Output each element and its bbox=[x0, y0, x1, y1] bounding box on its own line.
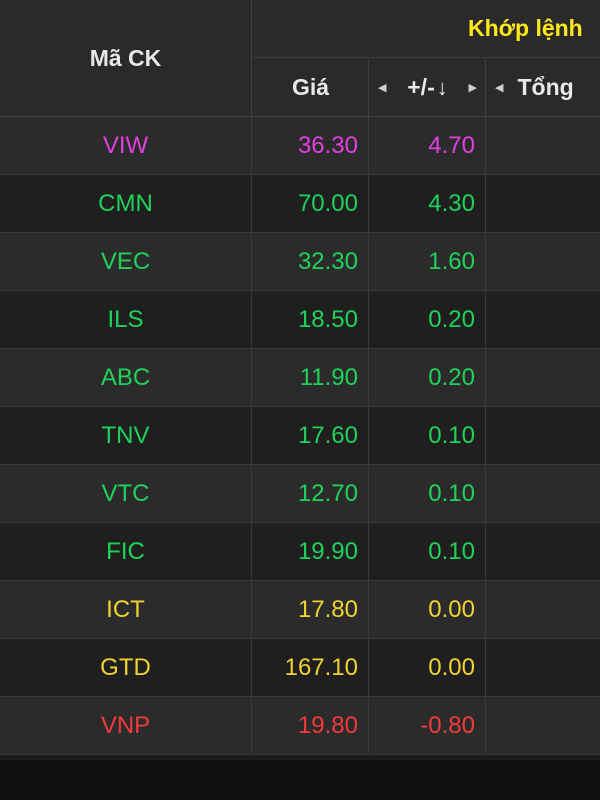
change-cell: -0.80 bbox=[369, 697, 486, 754]
change-column-label: +/- bbox=[407, 74, 435, 100]
change-cell: 4.30 bbox=[369, 175, 486, 232]
total-cell bbox=[486, 349, 600, 406]
table-row[interactable]: TNV 17.60 0.10 bbox=[0, 407, 600, 465]
change-cell: 0.20 bbox=[369, 291, 486, 348]
change-cell: 4.70 bbox=[369, 117, 486, 174]
change-cell: 0.20 bbox=[369, 349, 486, 406]
table-row[interactable]: CMN 70.00 4.30 bbox=[0, 175, 600, 233]
table-body: VIW 36.30 4.70 CMN 70.00 4.30 VEC 32.30 1.60 ILS 1… bbox=[0, 117, 600, 755]
total-cell bbox=[486, 175, 600, 232]
change-cell: 0.00 bbox=[369, 639, 486, 696]
table-row[interactable]: VNP 19.80 -0.80 bbox=[0, 697, 600, 755]
change-column-header[interactable]: ◀ +/- ↓ ▶ bbox=[370, 59, 486, 116]
scroll-right-icon[interactable]: ▶ bbox=[469, 81, 477, 94]
price-cell: 36.30 bbox=[252, 117, 369, 174]
symbol-cell[interactable]: TNV bbox=[0, 407, 252, 464]
price-board: Mã CK Khớp lệnh Giá ◀ +/- ↓ ▶ ◀ Tổng VIW… bbox=[0, 0, 600, 760]
sort-descending-icon[interactable]: ↓ bbox=[437, 75, 448, 101]
total-cell bbox=[486, 639, 600, 696]
table-row[interactable]: FIC 19.90 0.10 bbox=[0, 523, 600, 581]
price-cell: 17.60 bbox=[252, 407, 369, 464]
symbol-column-header[interactable]: Mã CK bbox=[0, 0, 252, 116]
total-cell bbox=[486, 117, 600, 174]
table-row[interactable]: ICT 17.80 0.00 bbox=[0, 581, 600, 639]
symbol-cell[interactable]: CMN bbox=[0, 175, 252, 232]
scroll-left-icon[interactable]: ◀ bbox=[495, 81, 503, 94]
change-cell: 1.60 bbox=[369, 233, 486, 290]
change-cell: 0.00 bbox=[369, 581, 486, 638]
price-cell: 70.00 bbox=[252, 175, 369, 232]
price-cell: 19.90 bbox=[252, 523, 369, 580]
table-row[interactable]: ABC 11.90 0.20 bbox=[0, 349, 600, 407]
symbol-cell[interactable]: VTC bbox=[0, 465, 252, 522]
change-cell: 0.10 bbox=[369, 407, 486, 464]
table-row[interactable]: VTC 12.70 0.10 bbox=[0, 465, 600, 523]
total-cell bbox=[486, 465, 600, 522]
symbol-cell[interactable]: VIW bbox=[0, 117, 252, 174]
symbol-cell[interactable]: ICT bbox=[0, 581, 252, 638]
price-column-header[interactable]: Giá bbox=[253, 59, 369, 116]
total-column-header[interactable]: ◀ Tổng bbox=[487, 59, 600, 116]
table-header: Mã CK Khớp lệnh Giá ◀ +/- ↓ ▶ ◀ Tổng bbox=[0, 0, 600, 117]
change-cell: 0.10 bbox=[369, 523, 486, 580]
symbol-cell[interactable]: VEC bbox=[0, 233, 252, 290]
symbol-cell[interactable]: GTD bbox=[0, 639, 252, 696]
change-cell: 0.10 bbox=[369, 465, 486, 522]
price-cell: 167.10 bbox=[252, 639, 369, 696]
price-cell: 17.80 bbox=[252, 581, 369, 638]
table-row[interactable]: VIW 36.30 4.70 bbox=[0, 117, 600, 175]
symbol-cell[interactable]: FIC bbox=[0, 523, 252, 580]
total-cell bbox=[486, 581, 600, 638]
price-cell: 19.80 bbox=[252, 697, 369, 754]
table-row[interactable]: GTD 167.10 0.00 bbox=[0, 639, 600, 697]
total-cell bbox=[486, 407, 600, 464]
symbol-cell[interactable]: ABC bbox=[0, 349, 252, 406]
symbol-cell[interactable]: ILS bbox=[0, 291, 252, 348]
price-cell: 11.90 bbox=[252, 349, 369, 406]
price-cell: 32.30 bbox=[252, 233, 369, 290]
table-row[interactable]: ILS 18.50 0.20 bbox=[0, 291, 600, 349]
matched-order-group-header: Khớp lệnh bbox=[253, 0, 600, 58]
table-row[interactable]: VEC 32.30 1.60 bbox=[0, 233, 600, 291]
total-cell bbox=[486, 233, 600, 290]
footer-bar bbox=[0, 760, 600, 800]
symbol-cell[interactable]: VNP bbox=[0, 697, 252, 754]
change-header-label-group: +/- ↓ bbox=[407, 74, 447, 101]
price-cell: 18.50 bbox=[252, 291, 369, 348]
total-column-label: Tổng bbox=[517, 74, 574, 100]
total-cell bbox=[486, 523, 600, 580]
total-cell bbox=[486, 697, 600, 754]
scroll-left-icon[interactable]: ◀ bbox=[378, 81, 386, 94]
total-cell bbox=[486, 291, 600, 348]
price-cell: 12.70 bbox=[252, 465, 369, 522]
